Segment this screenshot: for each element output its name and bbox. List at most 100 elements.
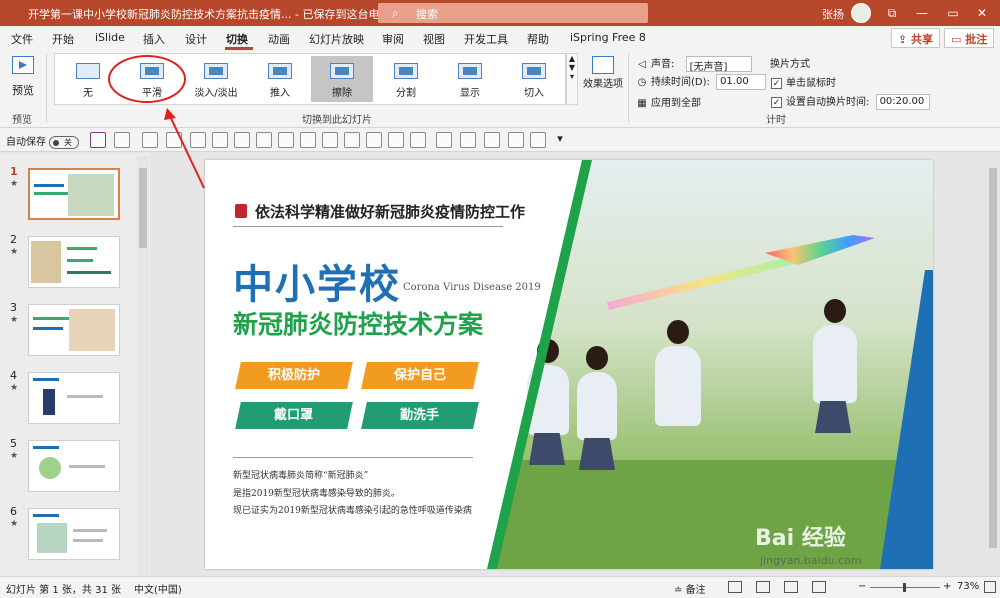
tab-home[interactable]: 开始	[52, 31, 74, 47]
transition-fade[interactable]: 淡入/淡出	[185, 56, 247, 102]
shape-icon[interactable]	[436, 132, 452, 148]
align-icon[interactable]	[322, 132, 338, 148]
tab-view[interactable]: 视图	[423, 31, 445, 47]
align-icon[interactable]	[256, 132, 272, 148]
preview-button[interactable]: 预览	[6, 54, 40, 104]
slide-thumbnail[interactable]	[28, 440, 120, 492]
slide-title: 中小学校	[233, 261, 401, 308]
transition-push[interactable]: 推入	[249, 56, 311, 102]
fit-to-window-icon[interactable]	[984, 581, 996, 593]
auto-advance-value: 00:20.00	[879, 96, 925, 107]
zoom-slider-thumb[interactable]	[903, 583, 906, 592]
ribbon-display-icon[interactable]: ⧉	[882, 3, 902, 23]
on-click-checkbox[interactable]: ✓	[771, 77, 782, 89]
slideshow-icon[interactable]	[812, 581, 826, 593]
transitions-group-label: 切换到此幻灯片	[302, 115, 372, 126]
shape-icon[interactable]	[484, 132, 500, 148]
scroll-thumb[interactable]	[139, 168, 147, 248]
avatar[interactable]	[851, 3, 871, 23]
apply-all-button[interactable]: ▦ 应用到全部	[636, 94, 701, 109]
watermark-url: jingyan.baidu.com	[760, 554, 862, 567]
minimize-button[interactable]: —	[912, 3, 932, 23]
restore-button[interactable]: ▭	[943, 3, 963, 23]
notes-button[interactable]: ≐ 备注	[674, 581, 706, 596]
duration-input[interactable]: 01.00	[716, 74, 767, 90]
sound-label: 声音:	[651, 59, 675, 70]
on-click-row[interactable]: ✓ 单击鼠标时	[771, 74, 836, 89]
effect-options-button[interactable]: 效果选项	[582, 54, 624, 104]
close-button[interactable]: ✕	[972, 3, 992, 23]
tab-insert[interactable]: 插入	[143, 31, 165, 47]
slide-canvas[interactable]: 依法科学精准做好新冠肺炎疫情防控工作 中小学校 Corona Virus Dis…	[205, 160, 933, 569]
zoom-in-button[interactable]: +	[943, 581, 951, 592]
align-icon[interactable]	[344, 132, 360, 148]
auto-advance-row[interactable]: ✓ 设置自动换片时间: 00:20.00	[771, 93, 930, 110]
customize-toolbar-icon[interactable]: ▾	[552, 132, 568, 148]
shape-icon[interactable]	[530, 132, 546, 148]
slide-english-title: Corona Virus Disease 2019	[403, 282, 541, 293]
tab-islide[interactable]: iSlide	[95, 31, 125, 44]
autosave[interactable]: 自动保存关	[6, 133, 79, 149]
slide-thumbnail[interactable]	[28, 236, 120, 288]
arrow-head	[164, 108, 176, 120]
animation-star-icon: ★	[10, 451, 19, 461]
group-icon[interactable]	[410, 132, 426, 148]
transition-reveal[interactable]: 显示	[439, 56, 501, 102]
language-indicator[interactable]: 中文(中国)	[134, 581, 182, 596]
tab-review[interactable]: 审阅	[382, 31, 404, 47]
child-figure	[577, 346, 617, 470]
distribute-icon[interactable]	[366, 132, 382, 148]
user-name[interactable]: 张扬	[822, 6, 844, 22]
transition-wipe[interactable]: 擦除	[311, 56, 373, 102]
tab-transitions[interactable]: 切换	[226, 31, 248, 47]
align-icon[interactable]	[278, 132, 294, 148]
thumbnail-scrollbar[interactable]	[137, 156, 149, 576]
slide-thumbnail[interactable]	[28, 304, 120, 356]
undo-icon[interactable]	[114, 132, 130, 148]
animation-star-icon: ★	[10, 247, 19, 257]
save-icon[interactable]	[90, 132, 106, 148]
shape-icon[interactable]	[508, 132, 524, 148]
tab-file[interactable]: 文件	[11, 31, 33, 47]
tab-slideshow[interactable]: 幻灯片放映	[309, 31, 364, 47]
align-icon[interactable]	[234, 132, 250, 148]
auto-advance-checkbox[interactable]: ✓	[771, 96, 782, 108]
slide-thumbnail[interactable]	[28, 508, 120, 560]
share-label: 共享	[911, 33, 934, 46]
tab-design[interactable]: 设计	[185, 31, 207, 47]
transition-label: 切入	[524, 88, 544, 99]
tab-ispring[interactable]: iSpring Free 8	[570, 31, 646, 44]
tab-developer[interactable]: 开发工具	[464, 31, 508, 47]
preview-group-label: 预览	[12, 115, 32, 126]
tab-animations[interactable]: 动画	[268, 31, 290, 47]
redo-icon[interactable]	[142, 132, 158, 148]
comments-button[interactable]: ▭ 批注	[944, 28, 995, 48]
zoom-out-button[interactable]: −	[858, 581, 866, 592]
slide-thumbnail[interactable]	[28, 372, 120, 424]
child-figure	[813, 299, 857, 433]
gallery-more-button[interactable]: ▲ ▼ ▾	[566, 53, 578, 105]
push-transition-icon	[268, 63, 292, 79]
align-icon[interactable]	[300, 132, 316, 148]
thumb-line	[67, 259, 93, 262]
editor-scrollbar[interactable]	[987, 156, 999, 576]
share-button[interactable]: ⇪ 共享	[891, 28, 941, 48]
sound-dropdown[interactable]: [无声音]	[685, 56, 752, 73]
reading-view-icon[interactable]	[784, 581, 798, 593]
autosave-toggle[interactable]: 关	[49, 135, 79, 149]
slide-thumbnail[interactable]	[28, 168, 120, 220]
transition-label: 推入	[270, 88, 290, 99]
normal-view-icon[interactable]	[728, 581, 742, 593]
sound-value: [无声音]	[689, 62, 728, 73]
search-box[interactable]: ⌕ 搜索	[378, 3, 648, 23]
transition-cut[interactable]: 切入	[503, 56, 565, 102]
child-head	[667, 320, 689, 344]
shape-icon[interactable]	[460, 132, 476, 148]
scroll-thumb[interactable]	[989, 168, 997, 548]
auto-advance-input[interactable]: 00:20.00	[875, 94, 930, 110]
slide-sorter-icon[interactable]	[756, 581, 770, 593]
tab-help[interactable]: 帮助	[527, 31, 549, 47]
transition-split[interactable]: 分割	[375, 56, 437, 102]
distribute-icon[interactable]	[388, 132, 404, 148]
zoom-level[interactable]: 73%	[957, 581, 979, 592]
